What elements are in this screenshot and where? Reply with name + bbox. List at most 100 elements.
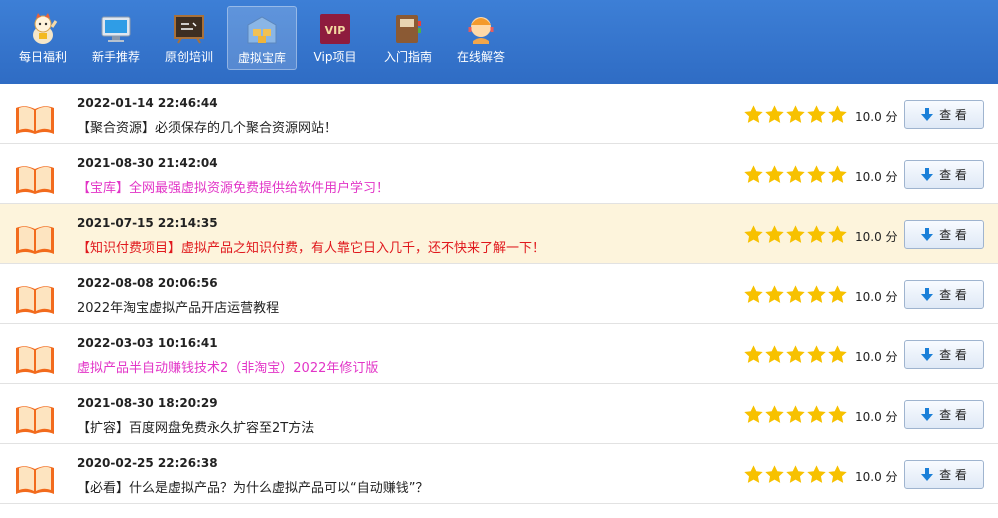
warehouse-icon: [245, 13, 279, 47]
vip-icon: VIP: [318, 12, 352, 46]
nav-item-daily-welfare[interactable]: 每日福利: [8, 6, 78, 70]
star-icon: [828, 465, 847, 483]
list-item[interactable]: 2021-08-30 21:42:04 【宝库】全网最强虚拟资源免费提供给软件用…: [0, 144, 998, 204]
item-title[interactable]: 【知识付费项目】虚拟产品之知识付费，有人靠它日入几千，还不快来了解一下！: [77, 237, 545, 256]
view-button[interactable]: 查 看: [904, 280, 984, 309]
item-title[interactable]: 2022年淘宝虚拟产品开店运营教程: [77, 297, 279, 316]
nav-label: 入门指南: [383, 50, 432, 64]
nav-label: 新手推荐: [91, 50, 140, 64]
list-item[interactable]: 2022-01-14 22:46:44 【聚合资源】必须保存的几个聚合资源网站！…: [0, 84, 998, 144]
item-score: 10.0 分: [855, 350, 898, 364]
view-button-label: 查 看: [939, 348, 967, 362]
list-item[interactable]: 2020-02-25 22:26:38 【必看】什么是虚拟产品？为什么虚拟产品可…: [0, 444, 998, 504]
item-title[interactable]: 【聚合资源】必须保存的几个聚合资源网站！: [77, 117, 337, 136]
blackboard-icon: [172, 12, 206, 46]
svg-text:VIP: VIP: [325, 24, 346, 37]
item-score: 10.0 分: [855, 170, 898, 184]
list-item[interactable]: 2022-08-08 20:06:56 2022年淘宝虚拟产品开店运营教程 10…: [0, 264, 998, 324]
support-agent-icon: [464, 12, 498, 46]
open-book-icon: [16, 286, 54, 314]
view-button[interactable]: 查 看: [904, 100, 984, 129]
star-icon: [765, 225, 784, 243]
nav-item-vip-project[interactable]: VIP Vip项目: [300, 6, 370, 70]
view-button[interactable]: 查 看: [904, 400, 984, 429]
nav-item-beginner-guide[interactable]: 入门指南: [373, 6, 443, 70]
star-icon: [786, 285, 805, 303]
view-button-label: 查 看: [939, 288, 967, 302]
star-icon: [807, 465, 826, 483]
view-button-label: 查 看: [939, 468, 967, 482]
star-icon: [744, 225, 763, 243]
item-date: 2020-02-25 22:26:38: [77, 456, 218, 470]
star-icon: [807, 345, 826, 363]
star-icon: [744, 285, 763, 303]
nav-label: Vip项目: [313, 50, 357, 64]
star-icon: [828, 105, 847, 123]
nav-item-original-training[interactable]: 原创培训: [154, 6, 224, 70]
view-button-label: 查 看: [939, 108, 967, 122]
open-book-icon: [16, 466, 54, 494]
item-date: 2022-03-03 10:16:41: [77, 336, 218, 350]
star-icon: [807, 165, 826, 183]
item-date: 2021-08-30 18:20:29: [77, 396, 218, 410]
star-icon: [765, 165, 784, 183]
nav-label: 在线解答: [456, 50, 505, 64]
rating-stars: [743, 224, 848, 245]
star-icon: [765, 405, 784, 423]
open-book-icon: [16, 346, 54, 374]
star-icon: [765, 105, 784, 123]
rating-stars: [743, 104, 848, 125]
open-book-icon: [16, 406, 54, 434]
download-arrow-icon: [921, 467, 934, 481]
view-button-label: 查 看: [939, 408, 967, 422]
item-date: 2021-07-15 22:14:35: [77, 216, 218, 230]
star-icon: [828, 285, 847, 303]
star-icon: [807, 285, 826, 303]
view-button[interactable]: 查 看: [904, 160, 984, 189]
open-book-icon: [16, 166, 54, 194]
item-title[interactable]: 【宝库】全网最强虚拟资源免费提供给软件用户学习！: [77, 177, 389, 196]
item-score: 10.0 分: [855, 290, 898, 304]
star-icon: [765, 285, 784, 303]
item-title[interactable]: 【必看】什么是虚拟产品？为什么虚拟产品可以“自动赚钱”？: [77, 477, 428, 496]
open-book-icon: [16, 106, 54, 134]
item-title[interactable]: 虚拟产品半自动赚钱技术2（非淘宝）2022年修订版: [77, 357, 378, 376]
list-item[interactable]: 2022-03-03 10:16:41 虚拟产品半自动赚钱技术2（非淘宝）202…: [0, 324, 998, 384]
star-icon: [786, 105, 805, 123]
view-button[interactable]: 查 看: [904, 340, 984, 369]
download-arrow-icon: [921, 407, 934, 421]
item-date: 2022-08-08 20:06:56: [77, 276, 218, 290]
download-arrow-icon: [921, 167, 934, 181]
item-score: 10.0 分: [855, 470, 898, 484]
list-item[interactable]: 2021-08-30 18:20:29 【扩容】百度网盘免费永久扩容至2T方法 …: [0, 384, 998, 444]
rating-stars: [743, 464, 848, 485]
star-icon: [744, 405, 763, 423]
star-icon: [807, 105, 826, 123]
open-book-icon: [16, 226, 54, 254]
star-icon: [765, 345, 784, 363]
view-button-label: 查 看: [939, 168, 967, 182]
item-date: 2021-08-30 21:42:04: [77, 156, 218, 170]
item-score: 10.0 分: [855, 410, 898, 424]
list-item[interactable]: 2021-07-15 22:14:35 【知识付费项目】虚拟产品之知识付费，有人…: [0, 204, 998, 264]
star-icon: [786, 405, 805, 423]
star-icon: [765, 465, 784, 483]
top-nav-bar: 每日福利 新手推荐 原创培训 虚拟宝库 VIP Vip项目 入门指南 在线解答: [0, 0, 998, 84]
star-icon: [786, 225, 805, 243]
item-title[interactable]: 【扩容】百度网盘免费永久扩容至2T方法: [77, 417, 314, 436]
star-icon: [828, 165, 847, 183]
view-button[interactable]: 查 看: [904, 220, 984, 249]
rating-stars: [743, 284, 848, 305]
rating-stars: [743, 404, 848, 425]
nav-item-virtual-treasury[interactable]: 虚拟宝库: [227, 6, 297, 70]
star-icon: [744, 105, 763, 123]
view-button-label: 查 看: [939, 228, 967, 242]
nav-item-newbie-recommend[interactable]: 新手推荐: [81, 6, 151, 70]
view-button[interactable]: 查 看: [904, 460, 984, 489]
item-score: 10.0 分: [855, 230, 898, 244]
star-icon: [744, 165, 763, 183]
star-icon: [744, 345, 763, 363]
article-list: 2022-01-14 22:46:44 【聚合资源】必须保存的几个聚合资源网站！…: [0, 84, 998, 504]
star-icon: [786, 345, 805, 363]
nav-item-online-answer[interactable]: 在线解答: [446, 6, 516, 70]
